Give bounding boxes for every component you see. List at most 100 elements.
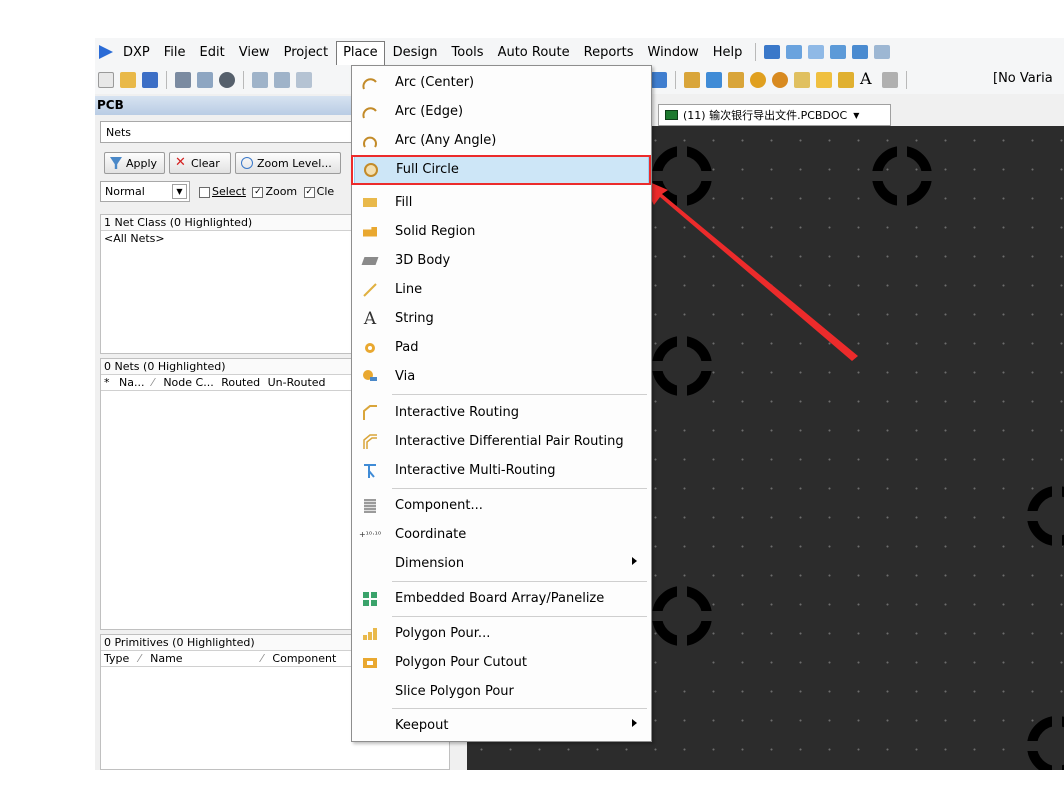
menu-auto-route[interactable]: Auto Route (492, 42, 576, 63)
string-tool-icon[interactable]: A (860, 71, 876, 88)
zoom-fit-icon[interactable] (252, 72, 268, 88)
apply-button[interactable]: Apply (104, 152, 165, 174)
graph-icon[interactable] (764, 45, 781, 59)
menu-reports[interactable]: Reports (578, 42, 640, 63)
zoom-area-icon[interactable] (274, 72, 290, 88)
menu-dxp[interactable]: DXP (117, 42, 156, 63)
menu-item-embedded-board-array[interactable]: Embedded Board Array/Panelize (354, 584, 649, 613)
3d-body-icon (358, 252, 382, 270)
select-label: Select (212, 185, 246, 198)
menu-project[interactable]: Project (278, 42, 334, 63)
highlight-mode-select[interactable]: Normal ▼ (100, 181, 190, 202)
component-tool-icon[interactable] (882, 72, 898, 88)
zoom-level-button[interactable]: Zoom Level... (235, 152, 341, 174)
menu-place[interactable]: Place (336, 41, 385, 65)
menu-item-fill[interactable]: Fill (354, 188, 649, 217)
menu-item-full-circle[interactable]: Full Circle (354, 155, 649, 184)
clear-button[interactable]: ✕ Clear (169, 152, 231, 174)
clear-existing-checkbox[interactable]: ✓ (303, 186, 315, 198)
column-name[interactable]: Na... (119, 376, 144, 389)
via-pad-shape[interactable] (870, 144, 950, 224)
menu-item-polygon-pour[interactable]: Polygon Pour... (354, 619, 649, 648)
menu-item-3d-body[interactable]: 3D Body (354, 246, 649, 275)
menu-item-dimension[interactable]: Dimension (354, 549, 649, 578)
diff-pair-icon[interactable] (728, 72, 744, 88)
menu-file[interactable]: File (158, 42, 192, 63)
variant-selector[interactable]: [No Varia (993, 71, 1053, 86)
multi-routing-icon (358, 462, 382, 480)
arc-tool-icon[interactable] (794, 72, 810, 88)
document-tab[interactable]: (11) 输次银行导出文件.PCBDOC ▼ (658, 104, 891, 126)
via-pad-shape[interactable] (650, 584, 730, 664)
menu-window[interactable]: Window (642, 42, 705, 63)
coordinate-icon: +¹⁰·¹⁰ (358, 530, 382, 539)
menu-tools[interactable]: Tools (446, 42, 490, 63)
align-icon[interactable] (830, 45, 847, 59)
measure-icon[interactable] (808, 45, 825, 59)
menu-edit[interactable]: Edit (194, 42, 231, 63)
menu-help[interactable]: Help (707, 42, 749, 63)
pad-tool-icon[interactable] (750, 72, 766, 88)
menu-item-string[interactable]: A String (354, 304, 649, 333)
column-node-count[interactable]: Node C... (163, 376, 213, 389)
menu-item-coordinate[interactable]: +¹⁰·¹⁰ Coordinate (354, 520, 649, 549)
line-icon (358, 281, 382, 299)
menu-item-interactive-routing[interactable]: Interactive Routing (354, 398, 649, 427)
menu-item-arc-any-angle[interactable]: Arc (Any Angle) (354, 126, 649, 155)
menu-item-diff-pair-routing[interactable]: Interactive Differential Pair Routing (354, 427, 649, 456)
new-file-icon[interactable] (98, 72, 114, 88)
menu-view[interactable]: View (233, 42, 276, 63)
menu-item-component[interactable]: Component... (354, 491, 649, 520)
route-icon[interactable] (684, 72, 700, 88)
submenu-arrow-icon (632, 719, 637, 727)
menu-item-polygon-pour-cutout[interactable]: Polygon Pour Cutout (354, 648, 649, 677)
grid-icon[interactable] (874, 45, 891, 59)
menu-item-arc-center[interactable]: Arc (Center) (354, 68, 649, 97)
arc-any-angle-icon (358, 132, 382, 150)
stack-icon[interactable] (786, 45, 803, 59)
menu-item-solid-region[interactable]: Solid Region (354, 217, 649, 246)
select-checkbox[interactable] (199, 186, 210, 198)
menu-item-arc-edge[interactable]: Arc (Edge) (354, 97, 649, 126)
dxp-logo-icon (99, 45, 113, 59)
print-preview-icon[interactable] (197, 72, 213, 88)
menu-bar: DXP File Edit View Project Place Design … (95, 38, 1064, 66)
column-component[interactable]: Component (272, 652, 336, 665)
column-star[interactable]: * (104, 376, 110, 389)
place-menu-dropdown: Arc (Center) Arc (Edge) Arc (Any Angle) … (351, 65, 652, 742)
menu-separator (755, 43, 757, 61)
multi-route-icon[interactable] (706, 72, 722, 88)
via-pad-shape[interactable] (650, 334, 730, 414)
menu-item-slice-polygon-pour[interactable]: Slice Polygon Pour (354, 677, 649, 706)
menu-item-line[interactable]: Line (354, 275, 649, 304)
menu-item-via[interactable]: Via (354, 362, 649, 391)
print-icon[interactable] (175, 72, 191, 88)
column-type[interactable]: Type (104, 652, 129, 665)
inspect-icon[interactable] (651, 72, 667, 88)
component-icon (358, 497, 382, 515)
magnifier-icon (241, 157, 253, 169)
menu-item-keepout[interactable]: Keepout (354, 711, 649, 740)
menu-item-multi-routing[interactable]: Interactive Multi-Routing (354, 456, 649, 485)
column-routed[interactable]: Routed (221, 376, 260, 389)
fill-tool-icon[interactable] (816, 72, 832, 88)
open-folder-icon[interactable] (120, 72, 136, 88)
column-prim-name[interactable]: Name (150, 652, 182, 665)
zoom-selected-icon[interactable] (296, 72, 312, 88)
via-pad-shape[interactable] (650, 144, 730, 224)
chevron-down-icon[interactable]: ▼ (853, 111, 859, 120)
menu-design[interactable]: Design (387, 42, 444, 63)
zoom-checkbox[interactable]: ✓ (252, 186, 264, 198)
via-tool-icon[interactable] (772, 72, 788, 88)
via-pad-shape[interactable] (1025, 714, 1064, 770)
via-pad-shape[interactable] (1025, 484, 1064, 564)
grid-toggle-icon[interactable] (852, 45, 869, 59)
polygon-tool-icon[interactable] (838, 72, 854, 88)
3d-view-icon[interactable] (219, 72, 235, 88)
menu-item-pad[interactable]: Pad (354, 333, 649, 362)
toolbar-separator (243, 71, 244, 89)
polygon-pour-icon (358, 625, 382, 643)
column-unrouted[interactable]: Un-Routed (268, 376, 326, 389)
save-icon[interactable] (142, 72, 158, 88)
chevron-down-icon: ▼ (172, 184, 187, 199)
